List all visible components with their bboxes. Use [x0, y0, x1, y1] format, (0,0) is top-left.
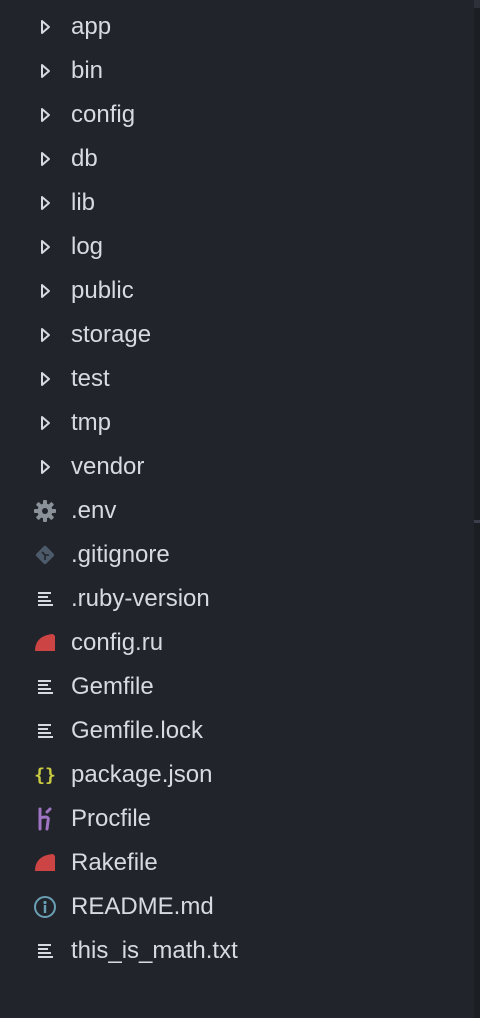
folder-label: app: [71, 13, 112, 40]
file-tree: app bin config db lib log public storage test tmp…: [0, 5, 474, 973]
gear-icon: [32, 489, 58, 533]
ruby-icon: [32, 841, 58, 885]
file-explorer: app bin config db lib log public storage test tmp…: [0, 0, 480, 1018]
file-item-this-is-math-txt[interactable]: this_is_math.txt: [0, 929, 474, 973]
file-item-ruby-version[interactable]: .ruby-version: [0, 577, 474, 621]
folder-item-tmp[interactable]: tmp: [0, 401, 474, 445]
folder-item-lib[interactable]: lib: [0, 181, 474, 225]
folder-label: test: [71, 365, 110, 392]
chevron-right-icon[interactable]: [32, 225, 58, 269]
chevron-right-icon[interactable]: [32, 181, 58, 225]
file-label: package.json: [71, 761, 213, 788]
info-icon: [32, 885, 58, 929]
folder-label: config: [71, 101, 136, 128]
folder-item-db[interactable]: db: [0, 137, 474, 181]
svg-text:{}: {}: [34, 765, 56, 786]
file-label: Gemfile: [71, 673, 154, 700]
file-item-rakefile[interactable]: Rakefile: [0, 841, 474, 885]
folder-label: lib: [71, 189, 96, 216]
file-item-env[interactable]: .env: [0, 489, 474, 533]
folder-item-public[interactable]: public: [0, 269, 474, 313]
file-label: this_is_math.txt: [71, 937, 238, 964]
chevron-right-icon[interactable]: [32, 49, 58, 93]
folder-label: vendor: [71, 453, 145, 480]
folder-item-config[interactable]: config: [0, 93, 474, 137]
chevron-right-icon[interactable]: [32, 357, 58, 401]
text-file-icon: [32, 577, 58, 621]
chevron-right-icon[interactable]: [32, 269, 58, 313]
chevron-right-icon[interactable]: [32, 5, 58, 49]
git-icon: [32, 533, 58, 577]
text-file-icon: [32, 929, 58, 973]
file-label: Rakefile: [71, 849, 158, 876]
file-label: Procfile: [71, 805, 152, 832]
folder-label: tmp: [71, 409, 112, 436]
file-item-gitignore[interactable]: .gitignore: [0, 533, 474, 577]
chevron-right-icon[interactable]: [32, 137, 58, 181]
file-label: Gemfile.lock: [71, 717, 204, 744]
file-item-config-ru[interactable]: config.ru: [0, 621, 474, 665]
folder-label: public: [71, 277, 134, 304]
file-label: README.md: [71, 893, 214, 920]
folder-item-test[interactable]: test: [0, 357, 474, 401]
vertical-scrollbar[interactable]: [474, 0, 480, 1018]
file-item-gemfile[interactable]: Gemfile: [0, 665, 474, 709]
file-item-gemfile-lock[interactable]: Gemfile.lock: [0, 709, 474, 753]
folder-item-storage[interactable]: storage: [0, 313, 474, 357]
chevron-right-icon[interactable]: [32, 93, 58, 137]
file-label: config.ru: [71, 629, 164, 656]
file-label: .env: [71, 497, 117, 524]
json-braces-icon: {}: [32, 753, 58, 797]
text-file-icon: [32, 709, 58, 753]
file-label: .ruby-version: [71, 585, 210, 612]
file-item-package-json[interactable]: {} package.json: [0, 753, 474, 797]
folder-item-app[interactable]: app: [0, 5, 474, 49]
folder-label: storage: [71, 321, 152, 348]
folder-label: bin: [71, 57, 104, 84]
scrollbar-marker: [474, 520, 480, 523]
scrollbar-thumb[interactable]: [474, 0, 480, 8]
chevron-right-icon[interactable]: [32, 313, 58, 357]
chevron-right-icon[interactable]: [32, 401, 58, 445]
heroku-icon: [32, 797, 58, 841]
folder-item-vendor[interactable]: vendor: [0, 445, 474, 489]
file-item-procfile[interactable]: Procfile: [0, 797, 474, 841]
ruby-icon: [32, 621, 58, 665]
text-file-icon: [32, 665, 58, 709]
file-item-readme-md[interactable]: README.md: [0, 885, 474, 929]
folder-item-log[interactable]: log: [0, 225, 474, 269]
folder-label: log: [71, 233, 104, 260]
file-label: .gitignore: [71, 541, 170, 568]
chevron-right-icon[interactable]: [32, 445, 58, 489]
folder-item-bin[interactable]: bin: [0, 49, 474, 93]
folder-label: db: [71, 145, 98, 172]
